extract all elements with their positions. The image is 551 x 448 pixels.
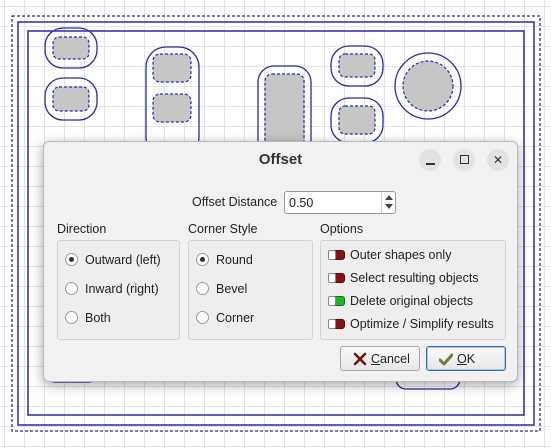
direction-group: Outward (left) Inward (right) Both (57, 240, 180, 340)
toggle-off-icon (328, 250, 345, 260)
radio-selected-icon (65, 253, 78, 266)
ok-button[interactable]: OK (426, 346, 506, 371)
radio-label: Outward (left) (85, 253, 161, 267)
maximize-button[interactable] (453, 149, 475, 171)
optimize-simplify-toggle[interactable]: Optimize / Simplify results (328, 316, 500, 334)
minimize-button[interactable] (419, 149, 441, 171)
radio-unselected-icon (65, 311, 78, 324)
close-icon: ✕ (492, 153, 504, 167)
radio-label: Both (85, 311, 111, 325)
cancel-x-icon (353, 352, 367, 366)
shape (338, 105, 376, 135)
ok-check-icon (439, 353, 453, 366)
shape (152, 53, 192, 83)
corner-style-group: Round Bevel Corner (188, 240, 313, 340)
radio-selected-icon (196, 253, 209, 266)
options-group: Outer shapes only Select resulting objec… (320, 240, 506, 340)
delete-original-objects-toggle[interactable]: Delete original objects (328, 293, 500, 311)
toggle-off-icon (328, 319, 345, 329)
direction-inward-radio[interactable]: Inward (right) (65, 279, 175, 299)
minimize-icon (425, 163, 435, 165)
shape (152, 93, 192, 123)
toggle-label: Select resulting objects (350, 271, 479, 285)
spin-down-icon[interactable] (385, 204, 393, 209)
outer-shapes-only-toggle[interactable]: Outer shapes only (328, 247, 500, 265)
radio-unselected-icon (196, 311, 209, 324)
select-resulting-objects-toggle[interactable]: Select resulting objects (328, 270, 500, 288)
radio-label: Bevel (216, 282, 248, 296)
shape (52, 86, 90, 112)
radio-label: Corner (216, 311, 255, 325)
toggle-label: Optimize / Simplify results (350, 317, 494, 331)
offset-dialog: Offset ✕ Offset Distance 0.50 Direction … (43, 141, 518, 382)
spin-buttons (381, 192, 395, 213)
dialog-titlebar[interactable]: Offset ✕ (44, 142, 517, 178)
corner-corner-radio[interactable]: Corner (196, 308, 306, 328)
offset-distance-label: Offset Distance (192, 195, 278, 209)
close-button[interactable]: ✕ (487, 149, 509, 171)
radio-label: Inward (right) (85, 282, 159, 296)
dialog-title: Offset (258, 151, 303, 168)
options-group-title: Options (320, 222, 364, 236)
maximize-icon (459, 155, 469, 164)
corner-round-radio[interactable]: Round (196, 250, 306, 270)
corner-bevel-radio[interactable]: Bevel (196, 279, 306, 299)
toggle-label: Outer shapes only (350, 248, 452, 262)
shape (338, 53, 376, 78)
ok-label: OK (457, 352, 476, 366)
shape (52, 36, 90, 60)
cancel-button[interactable]: Cancel (340, 346, 420, 371)
toggle-label: Delete original objects (350, 294, 473, 308)
radio-unselected-icon (65, 282, 78, 295)
shape (402, 60, 454, 112)
radio-unselected-icon (196, 282, 209, 295)
offset-distance-value[interactable]: 0.50 (289, 196, 313, 210)
direction-group-title: Direction (57, 222, 107, 236)
toggle-off-icon (328, 273, 345, 283)
spin-up-icon[interactable] (385, 195, 393, 200)
radio-label: Round (216, 253, 253, 267)
cancel-label: Cancel (371, 352, 410, 366)
toggle-on-icon (328, 296, 345, 306)
direction-outward-radio[interactable]: Outward (left) (65, 250, 175, 270)
corner-style-group-title: Corner Style (188, 222, 258, 236)
direction-both-radio[interactable]: Both (65, 308, 175, 328)
offset-distance-spinbox[interactable]: 0.50 (284, 191, 396, 214)
